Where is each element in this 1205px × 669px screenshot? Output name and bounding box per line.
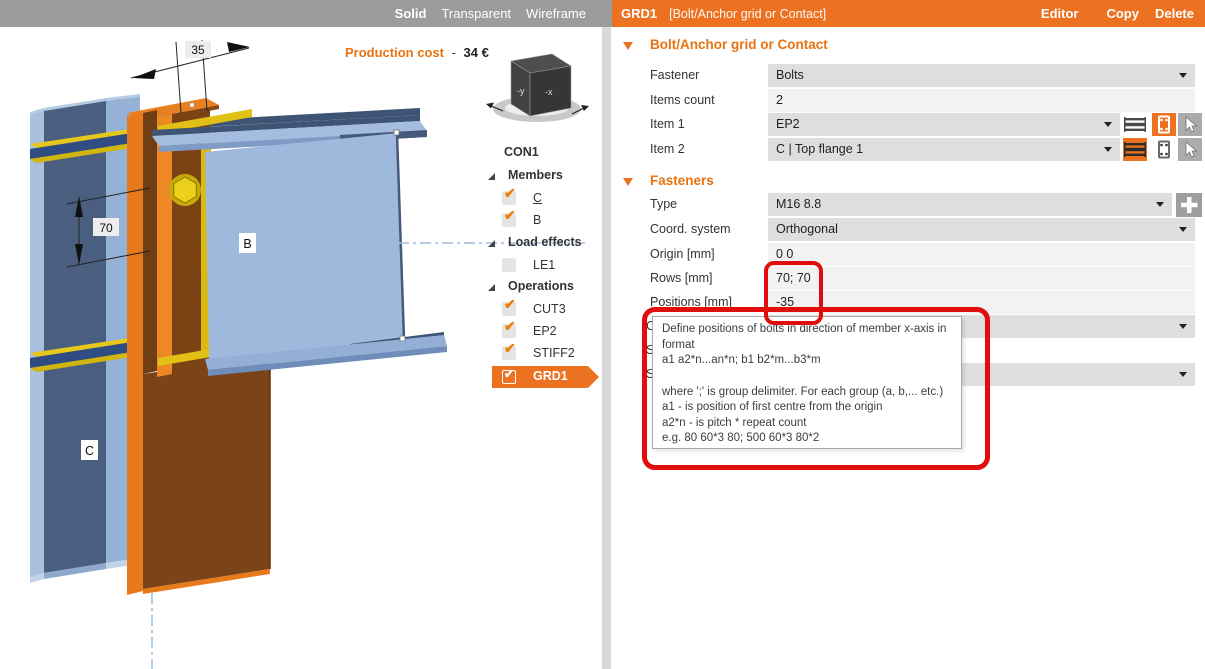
panel-splitter[interactable] bbox=[602, 27, 611, 669]
checkbox[interactable]: ✔ bbox=[502, 346, 516, 360]
row-positions: Positions [mm] -35 bbox=[612, 291, 1205, 314]
bolt-type-dropdown[interactable]: M16 8.8 bbox=[768, 193, 1172, 216]
tree-group-members[interactable]: Members bbox=[478, 168, 600, 188]
row-coord-system: Coord. system Orthogonal bbox=[612, 218, 1205, 241]
check-icon: ✔ bbox=[504, 319, 516, 333]
tree-root-con1[interactable]: CON1 bbox=[478, 145, 600, 165]
checkbox[interactable]: ✔ bbox=[502, 370, 516, 384]
item2-pick-cursor-icon[interactable] bbox=[1178, 138, 1202, 161]
expander-icon[interactable] bbox=[488, 284, 495, 291]
expander-icon[interactable] bbox=[488, 240, 495, 247]
production-cost: Production cost - 34 € bbox=[345, 45, 489, 60]
positions-tooltip: Define positions of bolts in direction o… bbox=[652, 316, 962, 449]
column-label: C bbox=[81, 440, 98, 460]
coord-system-dropdown[interactable]: Orthogonal bbox=[768, 218, 1195, 241]
copy-button[interactable]: Copy bbox=[1106, 6, 1139, 21]
svg-text:C: C bbox=[85, 444, 94, 458]
dimension-side-value: 70 bbox=[99, 221, 113, 235]
3d-viewport[interactable]: 35 70 B C bbox=[0, 27, 600, 669]
item2-beam-side-icon-active[interactable] bbox=[1123, 138, 1147, 161]
tree-item-cut3[interactable]: ✔ CUT3 bbox=[478, 301, 600, 321]
row-items-count: Items count 2 bbox=[612, 89, 1205, 112]
row-item1: Item 1 EP2 bbox=[612, 113, 1205, 136]
tree-item-grd1-selected[interactable]: ✔ GRD1 bbox=[478, 368, 600, 388]
production-cost-label: Production cost bbox=[345, 45, 444, 60]
checkbox[interactable]: ✔ bbox=[502, 213, 516, 227]
row-type: Type M16 8.8 bbox=[612, 193, 1205, 216]
connection-tree: CON1 Members ✔ C ✔ B Load effects LE1 Op… bbox=[478, 142, 600, 402]
row-item2: Item 2 C | Top flange 1 bbox=[612, 138, 1205, 161]
view-mode-solid[interactable]: Solid bbox=[395, 6, 427, 21]
cube-axis-x: -x bbox=[545, 87, 553, 97]
chevron-down-icon bbox=[1179, 324, 1187, 329]
positions-input[interactable]: -35 bbox=[768, 291, 1195, 314]
beam-label: B bbox=[239, 233, 256, 253]
view-mode-toolbar: Solid Transparent Wireframe bbox=[0, 0, 612, 27]
section-collapse-icon[interactable] bbox=[623, 42, 633, 50]
check-icon: ✔ bbox=[504, 367, 514, 381]
chevron-down-icon bbox=[1104, 122, 1112, 127]
view-mode-wireframe[interactable]: Wireframe bbox=[526, 6, 586, 21]
check-icon: ✔ bbox=[504, 341, 516, 355]
origin-input[interactable]: 0 0 bbox=[768, 243, 1195, 266]
item2-plate-icon[interactable] bbox=[1152, 138, 1176, 161]
item2-dropdown[interactable]: C | Top flange 1 bbox=[768, 138, 1120, 161]
tree-item-ep2[interactable]: ✔ EP2 bbox=[478, 323, 600, 343]
tree-item-member-c[interactable]: ✔ C bbox=[478, 190, 600, 210]
editor-button[interactable]: Editor bbox=[1041, 6, 1079, 21]
chevron-down-icon bbox=[1179, 73, 1187, 78]
dimension-top-value: 35 bbox=[191, 43, 205, 57]
operation-name: GRD1 bbox=[621, 6, 657, 21]
delete-button[interactable]: Delete bbox=[1155, 6, 1194, 21]
add-bolt-assembly-button[interactable] bbox=[1176, 193, 1202, 217]
item1-beam-side-icon[interactable] bbox=[1123, 113, 1147, 136]
view-mode-transparent[interactable]: Transparent bbox=[441, 6, 511, 21]
fastener-dropdown[interactable]: Bolts bbox=[768, 64, 1195, 87]
item1-plate-icon-active[interactable] bbox=[1152, 113, 1176, 136]
chevron-down-icon bbox=[1104, 147, 1112, 152]
item1-dropdown[interactable]: EP2 bbox=[768, 113, 1120, 136]
navigation-cube[interactable]: -y -x bbox=[486, 54, 589, 122]
checkbox[interactable]: ✔ bbox=[502, 302, 516, 316]
check-icon: ✔ bbox=[504, 208, 516, 222]
chevron-down-icon bbox=[1179, 227, 1187, 232]
chevron-down-icon bbox=[1179, 372, 1187, 377]
checkbox[interactable]: ✔ bbox=[502, 324, 516, 338]
items-count-input[interactable]: 2 bbox=[768, 89, 1195, 112]
row-origin: Origin [mm] 0 0 bbox=[612, 243, 1205, 266]
tree-group-operations[interactable]: Operations bbox=[478, 279, 600, 299]
chevron-down-icon bbox=[1156, 202, 1164, 207]
section-collapse-icon[interactable] bbox=[623, 178, 633, 186]
operation-header-bar: GRD1 [Bolt/Anchor grid or Contact] Edito… bbox=[612, 0, 1205, 27]
checkbox-unchecked[interactable] bbox=[502, 258, 516, 272]
selected-operation-banner[interactable]: ✔ GRD1 bbox=[492, 366, 588, 388]
tree-item-le1[interactable]: LE1 bbox=[478, 257, 600, 277]
rows-input[interactable]: 70; 70 bbox=[768, 267, 1195, 290]
checkbox[interactable]: ✔ bbox=[502, 191, 516, 205]
tree-item-member-b[interactable]: ✔ B bbox=[478, 212, 600, 232]
item1-pick-cursor-icon[interactable] bbox=[1178, 113, 1202, 136]
row-rows: Rows [mm] 70; 70 bbox=[612, 267, 1205, 290]
check-icon: ✔ bbox=[504, 186, 516, 200]
cube-axis-y: -y bbox=[517, 86, 525, 96]
expander-icon[interactable] bbox=[488, 173, 495, 180]
tree-item-stiff2[interactable]: ✔ STIFF2 bbox=[478, 345, 600, 365]
operation-type-label: [Bolt/Anchor grid or Contact] bbox=[669, 7, 826, 21]
properties-panel: Bolt/Anchor grid or Contact Fastener Bol… bbox=[612, 27, 1205, 669]
row-fastener: Fastener Bolts bbox=[612, 64, 1205, 87]
production-cost-value: 34 € bbox=[464, 45, 489, 60]
svg-text:B: B bbox=[243, 237, 251, 251]
check-icon: ✔ bbox=[504, 297, 516, 311]
plus-icon bbox=[1176, 193, 1202, 217]
tree-group-load-effects[interactable]: Load effects bbox=[478, 235, 600, 255]
app-window: Solid Transparent Wireframe GRD1 [Bolt/A… bbox=[0, 0, 1205, 669]
